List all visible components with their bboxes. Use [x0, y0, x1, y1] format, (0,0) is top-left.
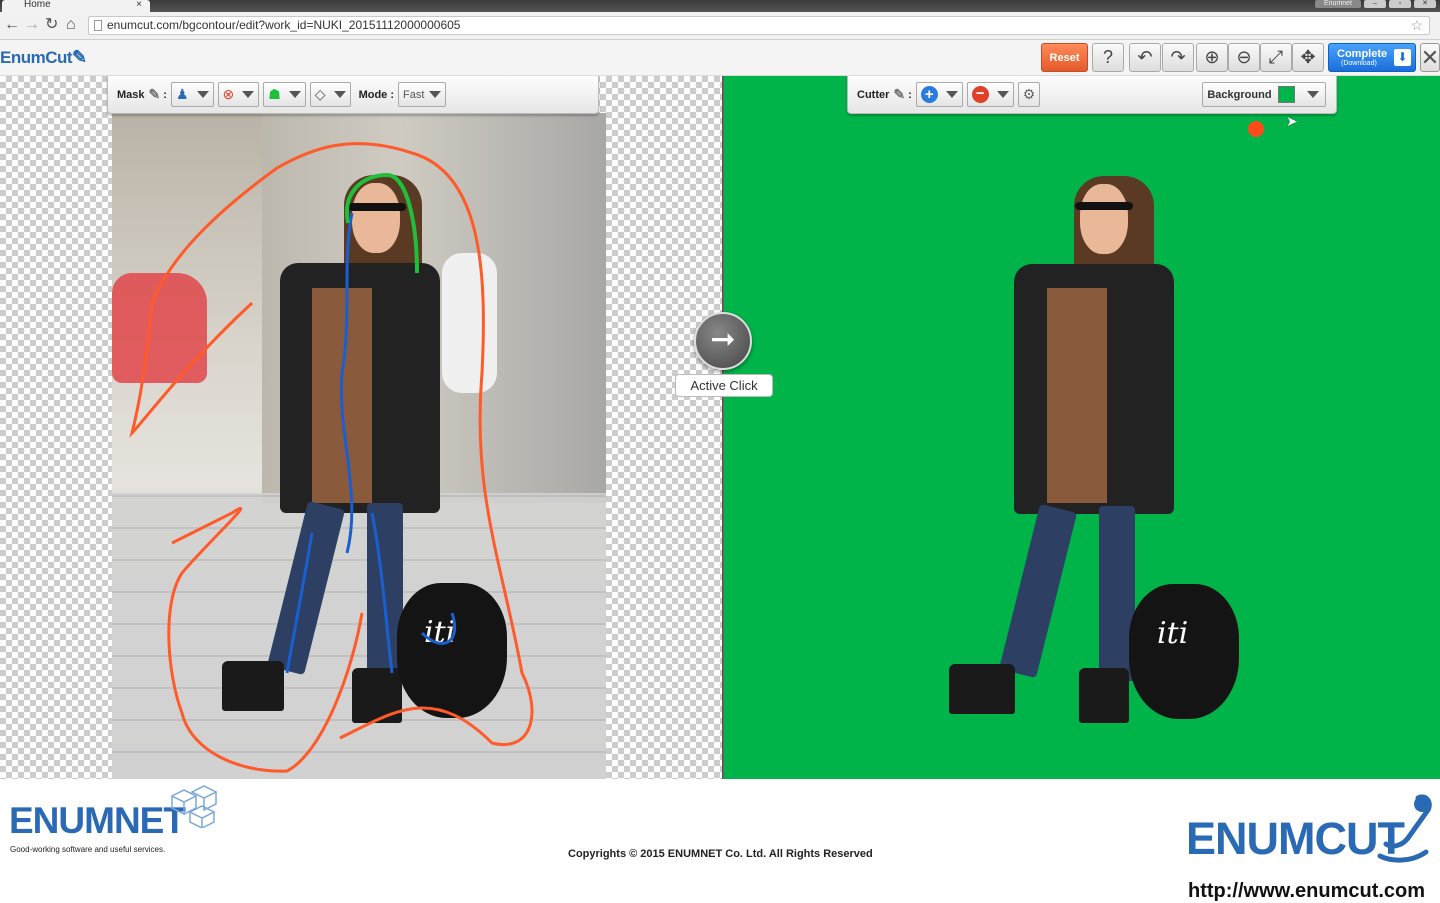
mode-value: Fast — [403, 88, 425, 101]
person-figure-right: iti — [939, 176, 1239, 816]
undo-icon[interactable]: ↶ — [1129, 43, 1161, 72]
apply-arrow-button[interactable]: ➞ — [694, 312, 752, 370]
browser-tabstrip — [0, 0, 1440, 12]
active-click-label: Active Click — [675, 374, 773, 397]
add-region-dropdown[interactable]: + — [915, 82, 963, 107]
background-dropdown[interactable]: Background — [1202, 82, 1327, 107]
person-fg-icon: ♟ — [175, 86, 189, 102]
complete-label: Complete — [1337, 47, 1388, 60]
hair-icon: ☗ — [268, 86, 281, 102]
mode-label: Mode : — [358, 88, 395, 101]
background-swatch — [1277, 86, 1295, 103]
address-bar: ← → ↻ ⌂ enumcut.com/bgcontour/edit?work_… — [0, 12, 1440, 40]
result-canvas[interactable]: iti — [723, 76, 1440, 779]
enumnet-tagline: Good-working software and useful service… — [10, 845, 166, 854]
remove-region-dropdown[interactable]: − — [966, 82, 1014, 107]
user-badge[interactable]: Enumnet — [1315, 0, 1361, 8]
redo-icon[interactable]: ↷ — [1162, 43, 1194, 72]
move-icon[interactable]: ✥ — [1292, 43, 1324, 72]
cutter-label: Cutter — [857, 88, 890, 101]
enumnet-logo[interactable]: ENUMNET — [9, 800, 186, 842]
back-icon[interactable]: ← — [4, 17, 20, 33]
forward-icon[interactable]: → — [24, 17, 40, 33]
reset-button[interactable]: Reset — [1041, 43, 1088, 72]
url-text: enumcut.com/bgcontour/edit?work_id=NUKI_… — [107, 18, 461, 32]
mask-brush-icon: ✎ — [148, 86, 161, 102]
person-bg-icon: ⊗ — [222, 86, 235, 102]
footer-url-link[interactable]: http://www.enumcut.com — [1188, 880, 1425, 903]
brush-logo-icon — [1377, 794, 1432, 863]
mode-select[interactable]: Fast — [398, 82, 447, 107]
background-label: Background — [1207, 88, 1272, 101]
mask-label: Mask — [117, 88, 145, 101]
hair-mask-dropdown[interactable]: ☗ — [263, 82, 306, 107]
complete-download-button[interactable]: Complete (Download) ⬇ — [1328, 43, 1416, 72]
window-controls: Enumnet – ▫ ✕ — [1315, 0, 1436, 10]
foreground-mask-dropdown[interactable]: ♟ — [170, 82, 214, 107]
click-indicator-dot — [1248, 121, 1264, 137]
zoom-in-icon[interactable]: ⊕ — [1196, 43, 1228, 72]
arrow-right-icon: ➞ — [710, 323, 736, 356]
source-photo[interactable]: iti — [112, 113, 606, 779]
help-button[interactable]: ? — [1092, 43, 1124, 72]
brush-logo-icon: ✎ — [72, 47, 87, 67]
eraser-icon: ◇ — [314, 86, 326, 102]
url-input[interactable]: enumcut.com/bgcontour/edit?work_id=NUKI_… — [88, 16, 1430, 35]
cutter-brush-icon: ✎ — [893, 86, 906, 102]
close-editor-icon[interactable]: ✕ — [1420, 43, 1440, 72]
mask-toolbar: Mask ✎: ♟ ⊗ ☗ ◇ Mode : Fast — [107, 76, 599, 114]
fit-screen-icon[interactable]: ⤢ — [1260, 43, 1292, 72]
mask-strokes — [129, 142, 534, 773]
cubes-logo-icon — [170, 785, 218, 828]
panel-divider — [722, 76, 723, 779]
zoom-out-icon[interactable]: ⊖ — [1228, 43, 1260, 72]
copyright-text: Copyrights © 2015 ENUMNET Co. Ltd. All R… — [568, 848, 873, 860]
restore-icon[interactable]: ▫ — [1389, 0, 1411, 8]
cutter-toolbar: Cutter ✎: + − ⚙ Background — [847, 76, 1337, 114]
bookmark-star-icon[interactable]: ☆ — [1410, 17, 1423, 34]
home-icon[interactable]: ⌂ — [66, 17, 76, 33]
settings-button[interactable]: ⚙ — [1017, 82, 1041, 107]
tab-title: Home — [24, 0, 51, 10]
complete-sublabel: (Download) — [1341, 59, 1377, 67]
gear-icon: ⚙ — [1022, 86, 1036, 102]
page-icon — [94, 20, 102, 31]
bag-text-right: iti — [1157, 616, 1189, 651]
tab-close-icon[interactable]: × — [136, 0, 142, 10]
background-mask-dropdown[interactable]: ⊗ — [217, 82, 260, 107]
reload-icon[interactable]: ↻ — [45, 17, 58, 33]
mouse-cursor-icon: ➤ — [1286, 113, 1298, 129]
window-close-icon[interactable]: ✕ — [1414, 0, 1436, 8]
app-logo-text: EnumCut — [0, 48, 73, 67]
minimize-icon[interactable]: – — [1364, 0, 1386, 8]
app-logo[interactable]: EnumCut✎ — [0, 47, 87, 68]
browser-tab[interactable]: Home × — [2, 0, 150, 12]
download-icon: ⬇ — [1394, 49, 1411, 66]
minus-icon: − — [971, 86, 989, 103]
plus-icon: + — [920, 86, 938, 103]
eraser-dropdown[interactable]: ◇ — [309, 82, 351, 107]
